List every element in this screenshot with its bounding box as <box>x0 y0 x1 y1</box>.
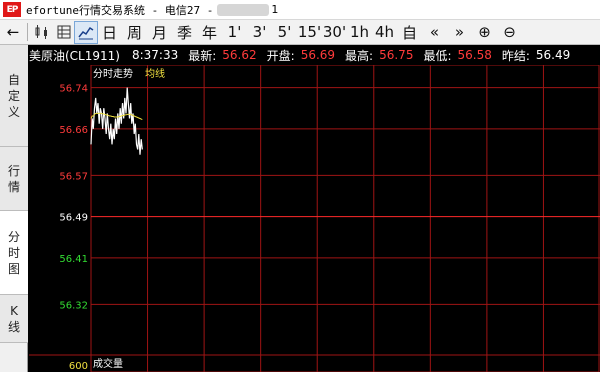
period-button[interactable]: 15' <box>297 22 322 43</box>
tab-char: 线 <box>7 319 20 334</box>
plot-frame <box>90 65 600 372</box>
window-title: efortune行情交易系统 - 电信27 - <box>26 3 214 17</box>
quote-time: 8:37:33 <box>131 48 179 62</box>
y-tick-label: 56.32 <box>59 300 88 311</box>
redacted-account <box>217 3 270 16</box>
symbol-name: 美原油(CL1911) <box>29 48 120 63</box>
app-logo-icon: EP <box>3 2 21 17</box>
y-tick-label: 56.49 <box>59 213 88 224</box>
period-button[interactable]: 3' <box>247 22 272 43</box>
scroll-right-button[interactable]: » <box>447 22 472 43</box>
table-icon[interactable] <box>53 22 75 43</box>
intraday-chart-icon[interactable] <box>74 20 98 44</box>
tab-quotes[interactable]: 行 情 <box>0 147 28 211</box>
open-value: 56.69 <box>300 48 336 62</box>
open-label: 开盘: <box>266 48 295 63</box>
tab-char: 义 <box>7 104 20 119</box>
chart-title: 分时走势 <box>93 67 133 80</box>
period-button[interactable]: 4h <box>372 22 397 43</box>
title-bar: EP efortune行情交易系统 - 电信27 - 1 <box>0 0 600 20</box>
candlestick-chart-icon[interactable] <box>31 22 53 43</box>
period-button[interactable]: 30' <box>322 22 347 43</box>
tab-char: 情 <box>7 179 20 194</box>
toolbar: ← 日周月季年 1' 3' 5' 15' 30' 1h 4h 自 « » ⊕ ⊖ <box>0 20 600 45</box>
period-button[interactable]: 自 <box>397 22 422 43</box>
tab-char: 分 <box>7 229 20 244</box>
low-label: 最低: <box>423 48 452 63</box>
period-button[interactable]: 季 <box>172 22 197 43</box>
toolbar-divider <box>27 23 28 41</box>
zoom-in-icon[interactable]: ⊕ <box>472 22 497 43</box>
price-chart[interactable]: 56.74 56.66 56.57 56.49 56.41 56.32 分时走势 均线成交量 6… <box>29 65 600 372</box>
y-tick-label: 56.66 <box>59 125 88 136</box>
period-button[interactable]: 月 <box>147 22 172 43</box>
avg-line-label: 均线 <box>145 67 165 80</box>
quote-info-bar: 美原油(CL1911) 8:37:33 最新: 56.62 开盘: 56.69 … <box>29 45 600 65</box>
y-tick-label: 56.57 <box>59 171 88 182</box>
high-value: 56.75 <box>379 48 414 62</box>
period-button[interactable]: 周 <box>122 22 147 43</box>
back-button[interactable]: ← <box>2 22 24 43</box>
tab-kline[interactable]: K 线 <box>0 295 28 343</box>
period-button[interactable]: 年 <box>197 22 222 43</box>
zoom-out-icon[interactable]: ⊖ <box>497 22 522 43</box>
volume-label: 成交量 <box>93 357 123 370</box>
period-button[interactable]: 1' <box>222 22 247 43</box>
tab-char: 行 <box>7 163 20 178</box>
latest-value: 56.62 <box>222 48 257 62</box>
tab-char: 定 <box>7 88 20 103</box>
high-label: 最高: <box>345 48 374 63</box>
period-button[interactable]: 日 <box>97 22 122 43</box>
intraday-chart-panel: 美原油(CL1911) 8:37:33 最新: 56.62 开盘: 56.69 … <box>29 45 600 372</box>
scroll-left-button[interactable]: « <box>422 22 447 43</box>
y-tick-label: 56.41 <box>59 254 88 265</box>
tab-char: 时 <box>7 245 20 260</box>
tab-char: K <box>10 303 18 318</box>
period-button[interactable]: 1h <box>347 22 372 43</box>
prev-settle-label: 昨结: <box>501 48 530 63</box>
price-line <box>90 87 143 155</box>
low-value: 56.58 <box>457 48 492 62</box>
tab-custom[interactable]: 自 定 义 <box>0 45 28 147</box>
latest-label: 最新: <box>188 48 217 63</box>
tab-char: 图 <box>7 261 20 276</box>
y-tick-label: 56.74 <box>59 84 88 95</box>
prev-settle-value: 56.49 <box>535 48 571 62</box>
window-title-tail: 1 <box>271 3 279 16</box>
side-tab-bar: 自 定 义 行 情 分 时 图 K 线 <box>0 45 28 372</box>
tab-char: 自 <box>7 72 20 87</box>
tab-intraday[interactable]: 分 时 图 <box>0 211 28 295</box>
volume-tick-label: 600 <box>69 361 88 372</box>
period-button[interactable]: 5' <box>272 22 297 43</box>
